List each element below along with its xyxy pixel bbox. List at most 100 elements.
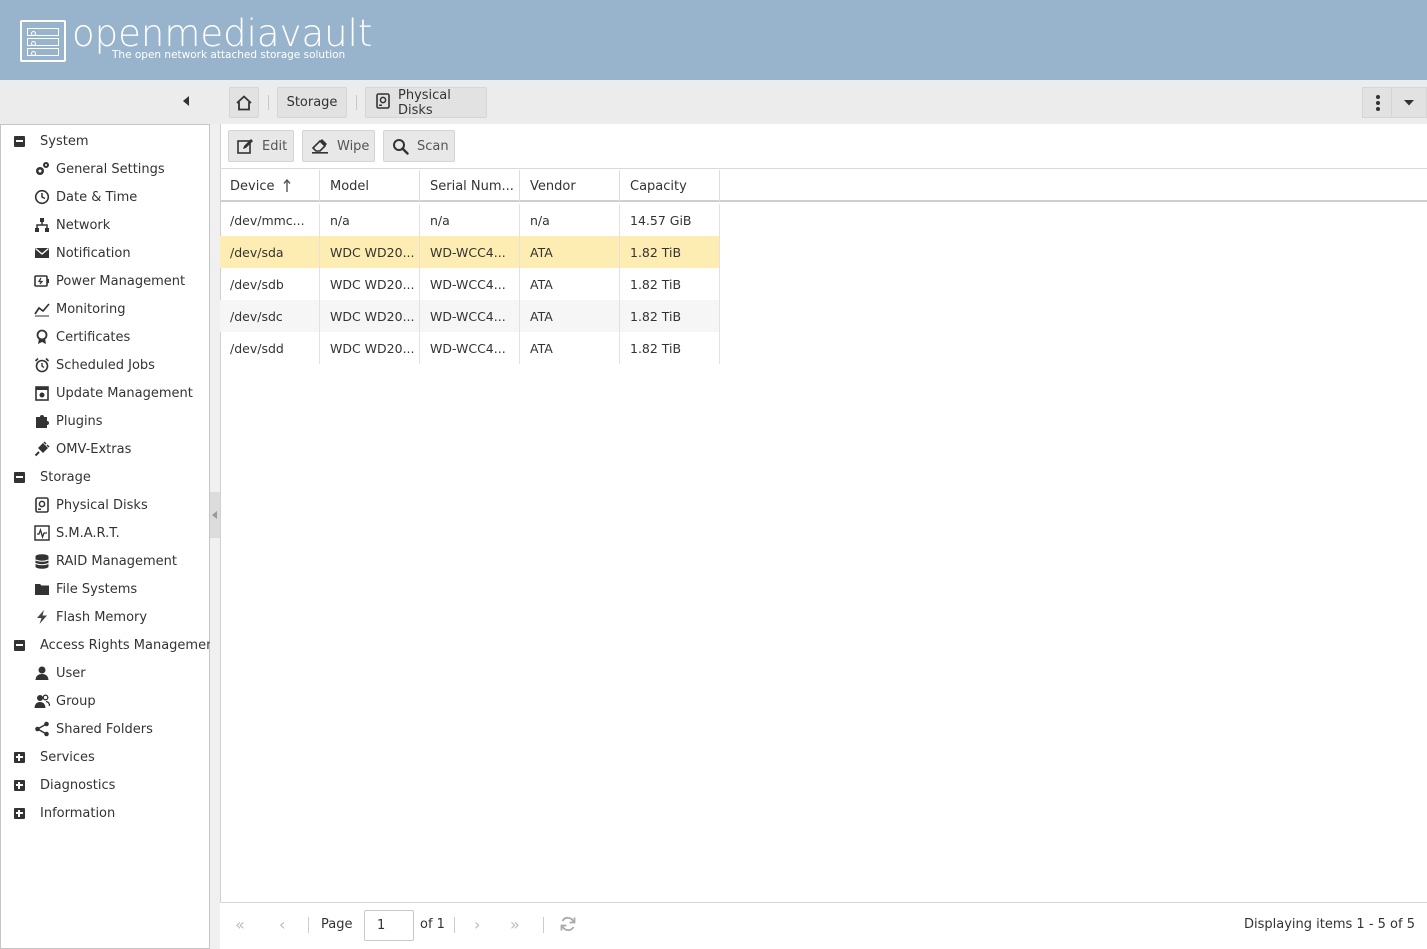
kebab-menu-button[interactable] — [1362, 87, 1394, 118]
prev-page-icon[interactable]: ‹ — [279, 915, 285, 935]
paging-status: Displaying items 1 - 5 of 5 — [1244, 917, 1415, 932]
toolbar-divider — [220, 168, 1427, 169]
page-number-input[interactable] — [364, 910, 414, 941]
cell-model: WDC WD20... — [320, 300, 420, 332]
sidebar-group-access-rights-management[interactable]: Access Rights Management — [11, 631, 219, 659]
wipe-button[interactable]: Wipe — [302, 130, 375, 162]
sidebar-item-raid-management[interactable]: RAID Management — [34, 547, 177, 575]
column-header-label: Device — [230, 178, 275, 194]
app-tagline: The open network attached storage soluti… — [112, 49, 346, 61]
cell-serial: WD-WCC4... — [420, 268, 520, 300]
sidebar-group-services[interactable]: Services — [11, 743, 95, 771]
sidebar-item-update-management[interactable]: Update Management — [34, 379, 193, 407]
sidebar-item-label: File Systems — [56, 581, 138, 597]
sidebar-group-information[interactable]: Information — [11, 799, 115, 827]
column-header-vendor[interactable]: Vendor — [520, 170, 620, 202]
wipe-label: Wipe — [337, 138, 370, 154]
column-header-serial[interactable]: Serial Num... — [420, 170, 520, 202]
dropdown-menu-button[interactable] — [1391, 87, 1427, 118]
column-header-label: Vendor — [530, 178, 576, 194]
column-header-capacity[interactable]: Capacity — [620, 170, 720, 202]
table-row[interactable]: /dev/sda WDC WD20... WD-WCC4... ATA 1.82 TiB — [220, 236, 720, 268]
user-icon — [34, 665, 50, 681]
paging-separator — [543, 917, 544, 933]
table-row[interactable]: /dev/sdc WDC WD20... WD-WCC4... ATA 1.82 TiB — [220, 300, 720, 332]
chevron-down-icon — [1404, 99, 1414, 105]
collapse-toggle-icon[interactable] — [11, 133, 27, 149]
sidebar-item-omv-extras[interactable]: OMV-Extras — [34, 435, 131, 463]
cell-serial: WD-WCC4... — [420, 300, 520, 332]
sidebar-item-date-time[interactable]: Date & Time — [34, 183, 137, 211]
expand-toggle-icon[interactable] — [11, 777, 27, 793]
sidebar-item-label: S.M.A.R.T. — [56, 525, 120, 541]
sidebar-item-file-systems[interactable]: File Systems — [34, 575, 137, 603]
envelope-icon — [34, 245, 50, 261]
splitter-collapse-handle[interactable] — [210, 492, 220, 538]
sidebar-group-system[interactable]: System — [11, 127, 88, 155]
column-header-label: Model — [330, 178, 370, 194]
page-count-label: of 1 — [420, 917, 445, 932]
breadcrumb-home[interactable] — [229, 87, 259, 118]
sidebar-item-physical-disks[interactable]: Physical Disks — [34, 491, 148, 519]
sidebar-group-storage[interactable]: Storage — [11, 463, 91, 491]
scan-button[interactable]: Scan — [383, 130, 455, 162]
sidebar-item-shared-folders[interactable]: Shared Folders — [34, 715, 153, 743]
last-page-icon[interactable]: » — [510, 915, 520, 935]
sidebar-item-label: Update Management — [56, 385, 193, 401]
first-page-icon[interactable]: « — [235, 915, 245, 935]
table-row[interactable]: /dev/sdb WDC WD20... WD-WCC4... ATA 1.82 TiB — [220, 268, 720, 300]
sidebar-item-label: Shared Folders — [56, 721, 153, 737]
sidebar-item-network[interactable]: Network — [34, 211, 110, 239]
breadcrumb-physical-disks[interactable]: Physical Disks — [365, 87, 487, 118]
gears-icon — [34, 161, 50, 177]
sidebar-item-monitoring[interactable]: Monitoring — [34, 295, 126, 323]
column-header-device[interactable]: Device — [220, 170, 320, 202]
sidebar-nav: System General Settings Date & Time Network… — [0, 124, 219, 949]
column-header-label: Serial Num... — [430, 178, 514, 194]
flash-icon — [34, 609, 50, 625]
column-header-model[interactable]: Model — [320, 170, 420, 202]
sidebar-item-s-m-a-r-t[interactable]: S.M.A.R.T. — [34, 519, 120, 547]
sidebar-group-label: Services — [40, 749, 95, 765]
sidebar-item-label: Plugins — [56, 413, 103, 429]
cell-device: /dev/sdc — [220, 300, 320, 332]
column-header-label: Capacity — [630, 178, 687, 194]
expand-toggle-icon[interactable] — [11, 749, 27, 765]
sidebar-item-plugins[interactable]: Plugins — [34, 407, 103, 435]
cell-vendor: ATA — [520, 332, 620, 364]
refresh-icon[interactable] — [559, 915, 577, 938]
table-row[interactable]: /dev/sdd WDC WD20... WD-WCC4... ATA 1.82 TiB — [220, 332, 720, 364]
sidebar-item-group[interactable]: Group — [34, 687, 96, 715]
edit-button[interactable]: Edit — [228, 130, 294, 162]
smart-icon — [34, 525, 50, 541]
collapse-toggle-icon[interactable] — [11, 637, 27, 653]
sidebar-item-general-settings[interactable]: General Settings — [34, 155, 165, 183]
alarm-clock-icon — [34, 357, 50, 373]
sidebar-item-label: Notification — [56, 245, 131, 261]
folder-icon — [34, 581, 50, 597]
sidebar-group-label: Diagnostics — [40, 777, 116, 793]
next-page-icon[interactable]: › — [474, 915, 480, 935]
chart-line-icon — [34, 301, 50, 317]
breadcrumb-storage[interactable]: Storage — [277, 87, 347, 118]
sidebar-item-flash-memory[interactable]: Flash Memory — [34, 603, 147, 631]
expand-toggle-icon[interactable] — [11, 805, 27, 821]
network-icon — [34, 217, 50, 233]
sidebar-item-certificates[interactable]: Certificates — [34, 323, 130, 351]
search-icon — [392, 138, 409, 155]
certificate-icon — [34, 329, 50, 345]
cell-model: n/a — [320, 204, 420, 236]
collapse-toggle-icon[interactable] — [11, 469, 27, 485]
grid-header: Device Model Serial Num... Vendor Capaci… — [220, 170, 1427, 202]
sidebar-item-power-management[interactable]: Power Management — [34, 267, 185, 295]
sidebar-item-notification[interactable]: Notification — [34, 239, 131, 267]
page-label: Page — [321, 917, 353, 932]
collapse-sidebar-icon[interactable] — [183, 96, 189, 106]
sidebar-item-user[interactable]: User — [34, 659, 86, 687]
sidebar-group-diagnostics[interactable]: Diagnostics — [11, 771, 115, 799]
database-icon — [34, 553, 50, 569]
sidebar-group-label: Access Rights Management — [40, 637, 220, 653]
table-row[interactable]: /dev/mmc... n/a n/a n/a 14.57 GiB — [220, 204, 720, 236]
sidebar-item-scheduled-jobs[interactable]: Scheduled Jobs — [34, 351, 155, 379]
app-header: openmediavault The open network attached… — [0, 0, 1427, 80]
